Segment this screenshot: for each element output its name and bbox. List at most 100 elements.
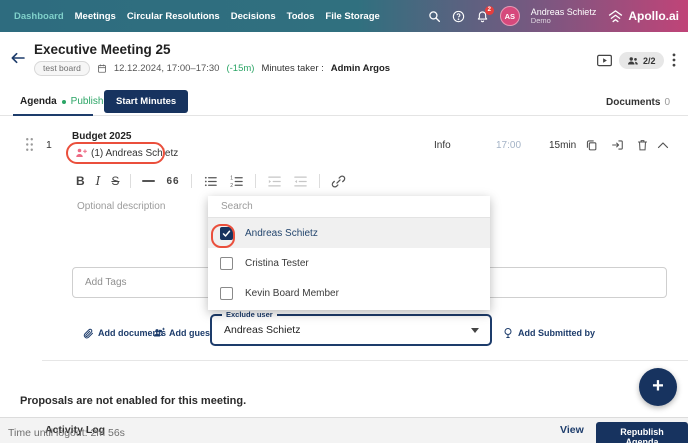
submitted-by-icon (502, 327, 514, 339)
delete-item-icon[interactable] (636, 138, 649, 152)
blockquote-icon[interactable]: 66 (166, 176, 179, 187)
help-icon[interactable] (452, 10, 465, 23)
numbered-list-icon[interactable]: 1 2 (229, 174, 244, 189)
top-navbar: Dashboard Meetings Circular Resolutions … (0, 0, 688, 32)
paperclip-icon (82, 327, 94, 339)
documents-toggle[interactable]: Documents 0 (606, 97, 670, 108)
svg-text:2: 2 (230, 183, 233, 189)
user-select-dropdown: Andreas Schietz Cristina Tester Kevin Bo… (208, 196, 490, 310)
move-item-icon[interactable] (611, 138, 624, 152)
agenda-item-number: 1 (46, 139, 52, 151)
tabs-row: Agenda Published Start Minutes Documents… (0, 87, 688, 116)
add-submitted-by-label: Add Submitted by (518, 328, 595, 338)
toolbar-divider (130, 174, 131, 188)
drag-handle-icon[interactable] (25, 137, 34, 152)
notifications-bell[interactable]: 2 (476, 10, 489, 23)
board-badge: test board (34, 61, 90, 76)
user-menu[interactable]: Andreas Schietz Demo (531, 7, 597, 26)
tab-agenda-label: Agenda (20, 96, 57, 107)
svg-text:1: 1 (230, 175, 233, 181)
agenda-item-assignee[interactable]: (1) Andreas Schietz (75, 147, 178, 159)
nav-item-decisions[interactable]: Decisions (231, 11, 276, 22)
exclude-user-value: Andreas Schietz (224, 324, 300, 336)
italic-icon[interactable]: I (96, 175, 101, 187)
dropdown-search-input[interactable] (208, 196, 490, 218)
link-icon[interactable] (331, 174, 346, 189)
section-divider (42, 360, 688, 361)
avatar[interactable]: AS (500, 6, 520, 26)
main-nav: Dashboard Meetings Circular Resolutions … (14, 0, 380, 32)
attendance-pill[interactable]: 2/2 (619, 52, 664, 69)
dropdown-option-cristina-tester[interactable]: Cristina Tester (208, 248, 490, 278)
exclude-user-label: Exclude user (222, 310, 277, 319)
user-role: Demo (531, 17, 597, 26)
toolbar-divider (319, 174, 320, 188)
meeting-datetime: 12.12.2024, 17:00–17:30 (114, 63, 220, 74)
exclude-user-select[interactable]: Exclude user Andreas Schietz (210, 314, 492, 346)
agenda-item-title[interactable]: Budget 2025 (72, 131, 131, 142)
description-editor[interactable]: Optional description (77, 201, 165, 212)
attendees-icon (627, 56, 639, 66)
view-button[interactable]: View (560, 424, 584, 436)
add-guests-button[interactable]: Add guests (153, 327, 218, 339)
checkbox-checked[interactable] (220, 227, 233, 240)
brand-name: Apollo.ai (628, 9, 679, 23)
minutes-taker-name: Admin Argos (331, 63, 390, 74)
nav-item-todos[interactable]: Todos (287, 11, 315, 22)
assignee-name: (1) Andreas Schietz (91, 148, 178, 159)
checkbox-unchecked[interactable] (220, 287, 233, 300)
caret-down-icon (471, 328, 479, 333)
nav-item-file-storage[interactable]: File Storage (325, 11, 379, 22)
brand: Apollo.ai (607, 9, 679, 24)
calendar-icon (97, 63, 107, 74)
published-status-dot (62, 100, 66, 104)
option-label: Cristina Tester (245, 258, 309, 269)
search-icon[interactable] (428, 10, 441, 23)
app-window: Dashboard Meetings Circular Resolutions … (0, 0, 688, 443)
horizontal-rule-icon[interactable] (142, 180, 155, 182)
bullet-list-icon[interactable] (203, 174, 218, 189)
start-minutes-button[interactable]: Start Minutes (104, 90, 188, 113)
nav-item-dashboard[interactable]: Dashboard (14, 11, 64, 22)
option-label: Kevin Board Member (245, 288, 339, 299)
navbar-right: 2 AS Andreas Schietz Demo Apollo.ai (428, 0, 679, 32)
meeting-meta: test board 12.12.2024, 17:00–17:30 (-15m… (34, 61, 390, 76)
back-button[interactable] (10, 51, 26, 65)
proposals-notice: Proposals are not enabled for this meeti… (20, 395, 246, 407)
documents-label: Documents (606, 97, 660, 108)
dropdown-option-andreas-schietz[interactable]: Andreas Schietz (208, 218, 490, 248)
nav-item-circular-resolutions[interactable]: Circular Resolutions (127, 11, 220, 22)
check-icon (222, 229, 231, 238)
toolbar-divider (191, 174, 192, 188)
guests-icon (153, 327, 165, 339)
copy-item-icon[interactable] (585, 138, 598, 152)
meeting-time-delta: (-15m) (226, 63, 254, 74)
add-agenda-item-button[interactable]: + (639, 368, 677, 406)
strikethrough-icon[interactable]: S (111, 175, 119, 187)
nav-item-meetings[interactable]: Meetings (75, 11, 116, 22)
attendance-count: 2/2 (643, 56, 656, 66)
active-tab-underline (13, 114, 93, 116)
option-label: Andreas Schietz (245, 228, 318, 239)
tab-agenda[interactable]: Agenda Published (20, 96, 115, 107)
collapse-item-icon[interactable] (657, 140, 669, 150)
person-add-icon (75, 147, 87, 159)
notification-badge: 2 (485, 6, 494, 15)
indent-decrease-icon (267, 174, 282, 189)
indent-increase-icon (293, 174, 308, 189)
more-options-icon[interactable] (668, 53, 680, 67)
checkbox-unchecked[interactable] (220, 257, 233, 270)
republish-agenda-button[interactable]: Republish Agenda (596, 422, 688, 443)
editor-toolbar: B I S 66 1 2 (76, 172, 346, 190)
agenda-item-type[interactable]: Info (434, 140, 451, 151)
add-submitted-by-button[interactable]: Add Submitted by (502, 327, 595, 339)
agenda-item-duration[interactable]: 15min (549, 140, 576, 151)
documents-count: 0 (664, 97, 670, 108)
bold-icon[interactable]: B (76, 175, 85, 187)
minutes-taker-label: Minutes taker : (261, 63, 323, 74)
agenda-item-start-time: 17:00 (496, 140, 521, 151)
page-title: Executive Meeting 25 (34, 42, 171, 57)
presentation-mode-icon[interactable] (596, 54, 613, 67)
dropdown-option-kevin-board-member[interactable]: Kevin Board Member (208, 278, 490, 308)
toolbar-divider (255, 174, 256, 188)
